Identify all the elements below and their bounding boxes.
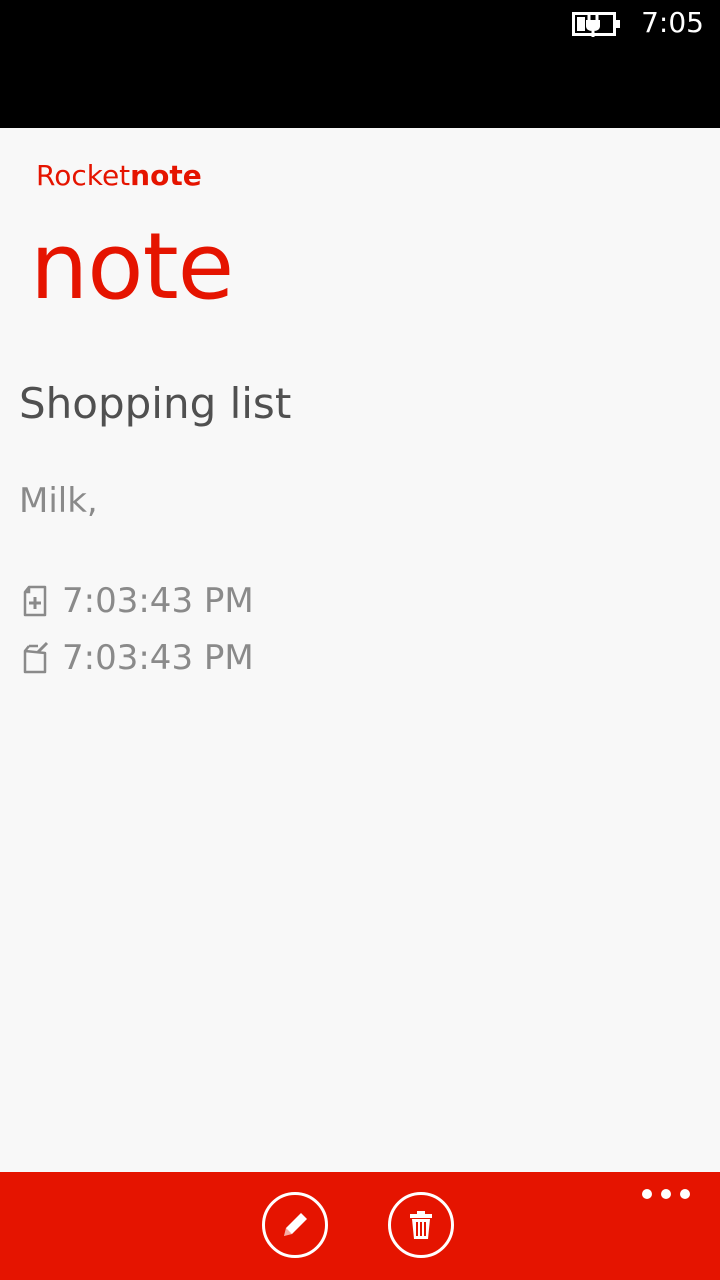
- dot: [680, 1189, 690, 1199]
- app-name-bold: note: [130, 159, 202, 192]
- dot: [661, 1189, 671, 1199]
- more-dots-icon[interactable]: [642, 1186, 690, 1202]
- status-time: 7:05: [641, 6, 704, 39]
- created-row: 7:03:43 PM: [20, 578, 254, 624]
- note-body: Milk,: [19, 481, 98, 521]
- page-title: note: [30, 213, 234, 320]
- battery-charging-icon: [572, 12, 620, 37]
- app-name-regular: Rocket: [36, 159, 131, 192]
- pencil-icon: [284, 1213, 307, 1236]
- app-bar: [0, 1172, 720, 1280]
- delete-button[interactable]: [388, 1192, 454, 1258]
- created-time: 7:03:43 PM: [62, 581, 254, 621]
- note-page: 7:05 Rocketnote note Shopping list Milk,…: [0, 0, 720, 1280]
- document-edit-icon: [23, 641, 49, 674]
- status-bar: 7:05: [0, 0, 720, 128]
- edit-button[interactable]: [262, 1192, 328, 1258]
- note-title: Shopping list: [19, 379, 292, 428]
- document-add-icon: [23, 585, 47, 617]
- trash-icon: [410, 1211, 432, 1239]
- modified-row: 7:03:43 PM: [20, 635, 254, 681]
- app-name: Rocketnote: [36, 156, 202, 196]
- modified-time: 7:03:43 PM: [62, 638, 254, 678]
- dot: [642, 1189, 652, 1199]
